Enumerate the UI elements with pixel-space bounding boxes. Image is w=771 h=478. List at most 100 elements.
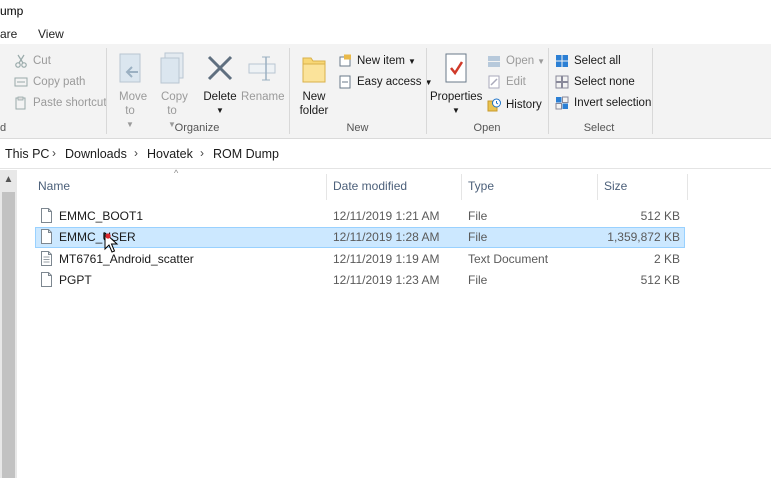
open-icon [487, 54, 501, 68]
open-group-label: Open [473, 122, 501, 134]
file-date: 12/11/2019 1:28 AM [333, 230, 440, 244]
invert-selection-button[interactable]: Invert selection [555, 93, 651, 113]
window-title: ump [0, 4, 24, 18]
delete-button[interactable]: Delete ▼ [202, 52, 238, 118]
history-icon [487, 98, 501, 112]
properties-icon [430, 52, 482, 90]
file-row[interactable]: MT6761_Android_scatter 12/11/2019 1:19 A… [35, 249, 685, 270]
group-divider [426, 48, 427, 134]
new-folder-button[interactable]: New folder [296, 52, 332, 118]
open-button[interactable]: Open ▼ [487, 51, 545, 71]
file-size: 2 KB [653, 252, 680, 266]
select-none-button[interactable]: Select none [555, 72, 635, 92]
file-size: 512 KB [640, 273, 680, 287]
file-icon [41, 272, 52, 287]
new-folder-label: New folder [299, 91, 329, 117]
chevron-down-icon: ▼ [407, 56, 416, 66]
breadcrumb-downloads[interactable]: Downloads [65, 147, 127, 161]
select-group-label: Select [583, 122, 615, 134]
chevron-down-icon: ▼ [537, 56, 546, 66]
select-all-label: Select all [574, 55, 621, 67]
scroll-up-arrow-icon[interactable]: ▲ [0, 170, 17, 190]
rename-button[interactable]: Rename [241, 52, 285, 104]
easy-access-label: Easy access [357, 76, 422, 88]
column-header-name[interactable]: Name [38, 179, 70, 193]
cut-label: Cut [33, 55, 51, 67]
ribbon-tabs: are View [0, 24, 771, 44]
select-all-button[interactable]: Select all [555, 51, 621, 71]
file-name: EMMC_BOOT1 [59, 209, 144, 223]
group-divider [106, 48, 107, 134]
file-name: MT6761_Android_scatter [59, 252, 194, 266]
tab-view[interactable]: View [38, 27, 64, 41]
properties-label: Properties [430, 91, 483, 103]
move-to-icon [113, 52, 147, 90]
edit-label: Edit [506, 76, 526, 88]
chevron-down-icon: ▼ [452, 106, 460, 115]
paste-shortcut-icon [14, 96, 28, 110]
file-type: File [468, 230, 488, 244]
select-all-icon [555, 54, 569, 68]
move-to-button[interactable]: Move to ▼ [113, 52, 147, 132]
file-size: 1,359,872 KB [607, 230, 680, 244]
edit-button[interactable]: Edit [487, 72, 526, 92]
new-item-button[interactable]: New item ▼ [338, 51, 416, 71]
file-name: PGPT [59, 273, 92, 287]
column-divider[interactable] [687, 174, 688, 200]
paste-shortcut-label: Paste shortcut [33, 97, 107, 109]
scissors-icon [14, 54, 28, 68]
column-header-date[interactable]: Date modified [333, 179, 407, 193]
breadcrumb-this-pc[interactable]: This PC [5, 147, 49, 161]
new-item-icon [338, 54, 352, 68]
move-to-label: Move to [119, 91, 148, 117]
breadcrumb: This PC › Downloads › Hovatek › ROM Dump [0, 140, 771, 169]
easy-access-button[interactable]: Easy access ▼ [338, 72, 432, 92]
history-label: History [506, 99, 542, 111]
column-divider[interactable] [461, 174, 462, 200]
new-group-label: New [346, 122, 369, 134]
properties-button[interactable]: Properties ▼ [430, 52, 482, 118]
chevron-right-icon[interactable]: › [200, 146, 204, 160]
tab-share[interactable]: are [0, 27, 17, 41]
file-row-selected[interactable]: EMMC_USER 12/11/2019 1:28 AM File 1,359,… [35, 227, 685, 248]
file-date: 12/11/2019 1:21 AM [333, 209, 440, 223]
copy-path-icon [14, 75, 28, 89]
chevron-right-icon[interactable]: › [134, 146, 138, 160]
file-type: Text Document [468, 252, 549, 266]
sort-ascending-icon: ^ [174, 168, 179, 178]
file-size: 512 KB [640, 209, 680, 223]
rename-icon [241, 52, 283, 90]
file-icon [41, 229, 52, 244]
file-type: File [468, 209, 488, 223]
mouse-cursor-icon [104, 231, 120, 257]
breadcrumb-hovatek[interactable]: Hovatek [147, 147, 193, 161]
breadcrumb-rom-dump[interactable]: ROM Dump [213, 147, 279, 161]
copy-to-label: Copy to [161, 91, 188, 117]
scrollbar-thumb[interactable] [2, 192, 15, 478]
file-row[interactable]: PGPT 12/11/2019 1:23 AM File 512 KB [35, 270, 685, 291]
text-file-icon [41, 251, 52, 266]
copy-to-button[interactable]: Copy to ▼ [155, 52, 189, 132]
cut-button[interactable]: Cut [14, 51, 51, 71]
open-label: Open [506, 55, 535, 67]
column-divider[interactable] [326, 174, 327, 200]
column-divider[interactable] [597, 174, 598, 200]
new-item-label: New item [357, 55, 405, 67]
nav-pane-scrollbar[interactable]: ▲ [0, 170, 17, 478]
group-divider [548, 48, 549, 134]
select-none-label: Select none [574, 76, 635, 88]
edit-icon [487, 75, 501, 89]
group-divider [652, 48, 653, 134]
file-row[interactable]: EMMC_BOOT1 12/11/2019 1:21 AM File 512 K… [35, 206, 685, 227]
copy-to-icon [155, 52, 189, 90]
copy-path-button[interactable]: Copy path [14, 72, 85, 92]
rename-label: Rename [241, 91, 285, 103]
folder-icon [296, 52, 332, 90]
column-header-type[interactable]: Type [468, 179, 494, 193]
clipboard-group-label: d [0, 122, 7, 134]
column-header-size[interactable]: Size [604, 179, 627, 193]
organize-group-label: Organize [174, 122, 220, 134]
chevron-right-icon[interactable]: › [52, 146, 56, 160]
history-button[interactable]: History [487, 95, 542, 115]
paste-shortcut-button[interactable]: Paste shortcut [14, 93, 107, 113]
